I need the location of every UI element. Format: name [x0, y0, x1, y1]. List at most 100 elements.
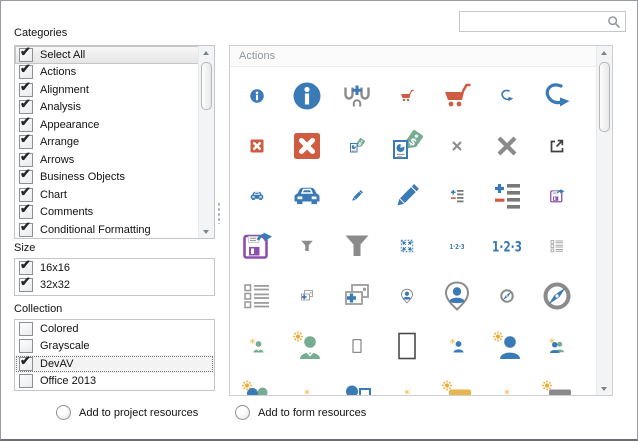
save-export-icon[interactable]	[232, 221, 282, 271]
numbering-icon[interactable]: 1·2·3	[482, 221, 532, 271]
shopping-cart-icon[interactable]	[432, 71, 482, 121]
checkbox[interactable]	[19, 259, 33, 275]
checkbox[interactable]	[19, 96, 33, 115]
category-item-arrows[interactable]: Arrows	[15, 149, 199, 169]
scroll-thumb[interactable]	[599, 62, 610, 132]
new-employee-green-icon[interactable]	[232, 321, 282, 371]
new-badge-yellow-icon[interactable]	[432, 371, 482, 395]
checkbox[interactable]	[19, 274, 33, 293]
item-list-icon[interactable]	[232, 271, 282, 321]
add-to-form-option[interactable]: Add to form resources	[235, 405, 366, 420]
blank-form-icon[interactable]	[332, 321, 382, 371]
checkbox[interactable]	[19, 339, 33, 354]
checkbox[interactable]	[19, 61, 33, 80]
shopping-cart-icon[interactable]	[382, 71, 432, 121]
checkbox[interactable]	[19, 114, 33, 132]
search-input[interactable]	[460, 13, 607, 30]
categories-list[interactable]: Select All Actions Alignment Analysis Ap…	[14, 45, 215, 239]
price-tag-icon[interactable]: $	[332, 121, 382, 171]
info-icon[interactable]	[232, 71, 282, 121]
category-item-actions[interactable]: Actions	[15, 61, 199, 82]
collection-item-devav[interactable]: DevAV	[15, 353, 214, 373]
close-icon[interactable]	[432, 121, 482, 171]
size-item-16x16[interactable]: 16x16	[15, 259, 214, 277]
category-item-conditional-formatting[interactable]: Conditional Formatting	[15, 219, 199, 238]
redo-arrow-icon[interactable]	[482, 71, 532, 121]
checkbox[interactable]	[19, 46, 33, 62]
collection-item-colored[interactable]: Colored	[15, 320, 214, 338]
icons-scrollbar[interactable]	[596, 46, 612, 395]
car-icon[interactable]	[232, 171, 282, 221]
compass-icon[interactable]	[482, 271, 532, 321]
new-team-icon[interactable]	[532, 321, 582, 371]
edit-pencil-icon[interactable]	[332, 171, 382, 221]
add-remove-items-icon[interactable]	[432, 171, 482, 221]
person-pin-icon[interactable]	[432, 271, 482, 321]
info-icon[interactable]	[282, 71, 332, 121]
category-item-business-objects[interactable]: Business Objects	[15, 166, 199, 187]
add-to-form-radio[interactable]	[235, 405, 250, 420]
checkbox[interactable]	[19, 374, 33, 389]
category-item-chart[interactable]: Chart	[15, 184, 199, 204]
checkbox[interactable]	[19, 131, 33, 150]
numbering-icon[interactable]: 1·2·3	[432, 221, 482, 271]
insert-between-icon[interactable]	[332, 71, 382, 121]
sparkle-icon[interactable]	[482, 371, 532, 395]
car-icon[interactable]	[282, 171, 332, 221]
compass-icon[interactable]	[532, 271, 582, 321]
blank-form-icon[interactable]	[382, 321, 432, 371]
scroll-down-button[interactable]	[199, 224, 214, 238]
checkbox[interactable]	[19, 353, 33, 371]
new-employee-blue-icon[interactable]	[482, 321, 532, 371]
delete-icon[interactable]	[282, 121, 332, 171]
categories-scrollbar[interactable]	[198, 46, 214, 238]
person-pin-icon[interactable]	[382, 271, 432, 321]
checkbox[interactable]	[19, 321, 33, 336]
search-box[interactable]	[459, 11, 626, 32]
add-cards-icon[interactable]	[332, 271, 382, 321]
size-item-32x32[interactable]: 32x32	[15, 274, 214, 295]
splitter-grip[interactable]	[217, 202, 221, 224]
add-cards-icon[interactable]	[282, 271, 332, 321]
category-item-select-all[interactable]: Select All	[15, 46, 199, 64]
checkbox[interactable]	[19, 219, 33, 237]
category-item-appearance[interactable]: Appearance	[15, 114, 199, 134]
add-to-project-radio[interactable]	[56, 405, 71, 420]
size-list[interactable]: 16x16 32x32	[14, 258, 215, 296]
id-card-person-icon[interactable]	[332, 371, 382, 395]
checkbox[interactable]	[19, 149, 33, 167]
collection-item-office-2013[interactable]: Office 2013	[15, 373, 214, 391]
collection-list[interactable]: Colored Grayscale DevAV Office 2013	[14, 319, 215, 391]
new-employee-green-icon[interactable]	[282, 321, 332, 371]
category-item-alignment[interactable]: Alignment	[15, 79, 199, 99]
item-list-icon[interactable]	[532, 221, 582, 271]
category-item-comments[interactable]: Comments	[15, 201, 199, 222]
scroll-down-button[interactable]	[597, 381, 612, 395]
category-item-analysis[interactable]: Analysis	[15, 96, 199, 117]
price-tag-icon[interactable]: $	[382, 121, 432, 171]
category-item-arrange[interactable]: Arrange	[15, 131, 199, 152]
expand-icon[interactable]	[382, 221, 432, 271]
new-badge-gray-icon[interactable]	[532, 371, 582, 395]
close-icon[interactable]	[482, 121, 532, 171]
add-to-project-option[interactable]: Add to project resources	[56, 405, 198, 420]
save-export-icon[interactable]	[532, 171, 582, 221]
scroll-up-button[interactable]	[199, 46, 214, 60]
checkbox[interactable]	[19, 79, 33, 97]
collection-item-grayscale[interactable]: Grayscale	[15, 338, 214, 356]
add-remove-items-icon[interactable]	[482, 171, 532, 221]
checkbox[interactable]	[19, 166, 33, 185]
checkbox[interactable]	[19, 184, 33, 202]
scroll-up-button[interactable]	[597, 46, 612, 60]
open-external-icon[interactable]	[532, 121, 582, 171]
scroll-thumb[interactable]	[201, 62, 212, 110]
sparkle-icon[interactable]	[282, 371, 332, 395]
new-team-icon[interactable]	[232, 371, 282, 395]
redo-arrow-icon[interactable]	[532, 71, 582, 121]
filter-icon[interactable]	[332, 221, 382, 271]
edit-pencil-icon[interactable]	[382, 171, 432, 221]
sparkle-icon[interactable]	[382, 371, 432, 395]
checkbox[interactable]	[19, 201, 33, 220]
search-icon[interactable]	[607, 15, 621, 29]
new-employee-blue-icon[interactable]	[432, 321, 482, 371]
